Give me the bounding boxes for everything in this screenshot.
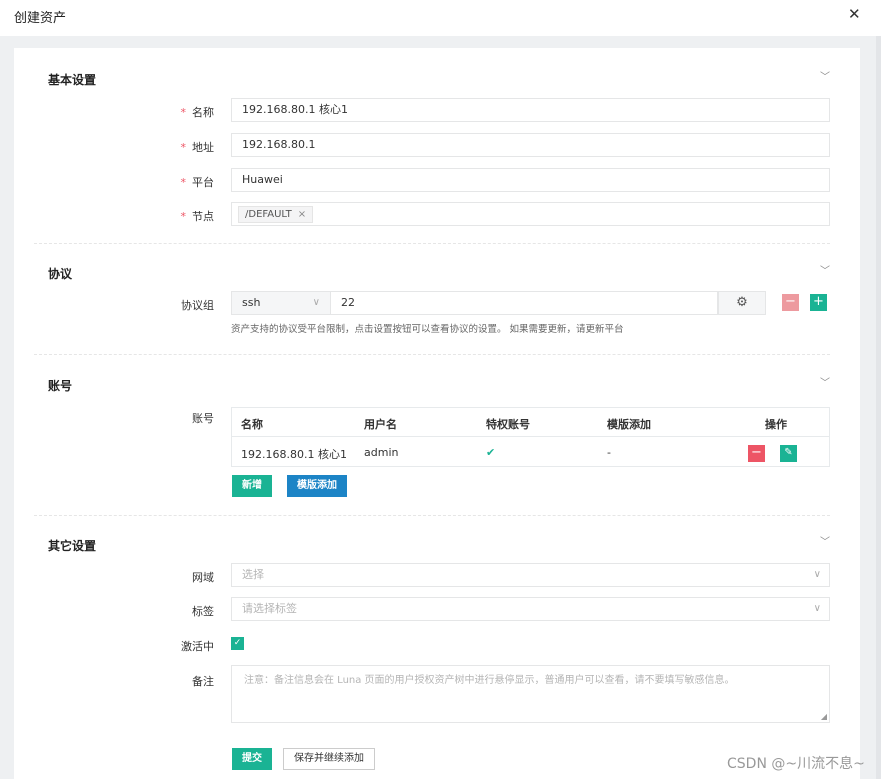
chevron-down-icon[interactable]: ﹀ [820,533,830,548]
dialog-title: 创建资产 [14,11,67,26]
node-label: * 节点 [180,210,215,223]
active-checkbox[interactable]: ✓ [231,637,244,650]
table-header: 名称 用户名 特权账号 模版添加 操作 [232,408,829,437]
section-title-account: 账号 [48,379,73,393]
check-icon: ✔ [486,446,496,459]
chevron-down-icon[interactable]: ﹀ [820,68,830,83]
domain-select[interactable]: 选择 ∨ [231,563,830,587]
section-title-protocol: 协议 [48,267,73,281]
account-name: 192.168.80.1 核心1 [241,448,347,461]
close-icon[interactable]: ✕ [848,5,861,23]
chevron-down-icon: ∨ [813,603,821,614]
platform-label: * 平台 [180,176,215,189]
address-label: * 地址 [180,141,215,154]
submit-button[interactable]: 提交 [232,748,272,770]
column-header: 特权账号 [486,418,530,431]
tag-remove-icon[interactable]: × [298,209,306,220]
resize-handle-icon[interactable]: ◢ [821,712,827,721]
chevron-down-icon: ∨ [813,569,821,580]
column-header: 名称 [241,418,263,431]
address-input[interactable]: 192.168.80.1 [231,133,830,157]
chevron-down-icon[interactable]: ﹀ [820,374,830,389]
divider [34,515,830,516]
protocol-group-label: 协议组 [181,299,214,312]
delete-account-button[interactable]: − [748,445,765,462]
dialog-header: 创建资产 ✕ [0,0,881,36]
scrollbar[interactable] [876,36,881,779]
comment-textarea[interactable]: 注意：备注信息会在 Luna 页面的用户授权资产树中进行悬停显示，普通用户可以查… [231,665,830,723]
platform-input[interactable]: Huawei [231,168,830,192]
add-account-button[interactable]: 新增 [232,475,272,497]
account-template: - [607,446,611,459]
protocol-hint: 资产支持的协议受平台限制，点击设置按钮可以查看协议的设置。 如果需要更新，请更新… [231,324,624,335]
node-select[interactable]: /DEFAULT × [231,202,830,226]
chevron-down-icon[interactable]: ﹀ [820,262,830,277]
template-add-button[interactable]: 模版添加 [287,475,347,497]
account-label: 账号 [192,412,214,425]
column-header: 模版添加 [607,418,651,431]
labels-select[interactable]: 请选择标签 ∨ [231,597,830,621]
settings-gear-icon[interactable]: ⚙ [718,291,766,315]
chevron-down-icon: ∨ [312,297,320,308]
add-protocol-button[interactable]: + [810,294,827,311]
node-tag: /DEFAULT × [238,206,314,223]
divider [34,354,830,355]
account-username: admin [364,446,399,459]
name-label: * 名称 [180,106,215,119]
port-input[interactable]: 22 [331,291,718,315]
protocol-select[interactable]: ssh ∨ [231,291,331,315]
account-table: 名称 用户名 特权账号 模版添加 操作 192.168.80.1 核心1 adm… [231,407,830,467]
name-input[interactable]: 192.168.80.1 核心1 [231,98,830,122]
edit-icon[interactable]: ✎ [780,445,797,462]
save-continue-button[interactable]: 保存并继续添加 [283,748,375,770]
column-header: 用户名 [364,418,397,431]
table-row: 192.168.80.1 核心1 admin ✔ - − ✎ [232,438,829,467]
section-title-basic: 基本设置 [48,73,97,87]
comment-label: 备注 [192,675,214,688]
watermark: CSDN @~川流不息~ [727,756,865,772]
active-label: 激活中 [181,640,214,653]
divider [34,243,830,244]
remove-protocol-button[interactable]: − [782,294,799,311]
labels-label: 标签 [192,605,214,618]
section-title-other: 其它设置 [48,539,97,553]
column-header: 操作 [765,418,787,431]
domain-label: 网域 [192,571,214,584]
